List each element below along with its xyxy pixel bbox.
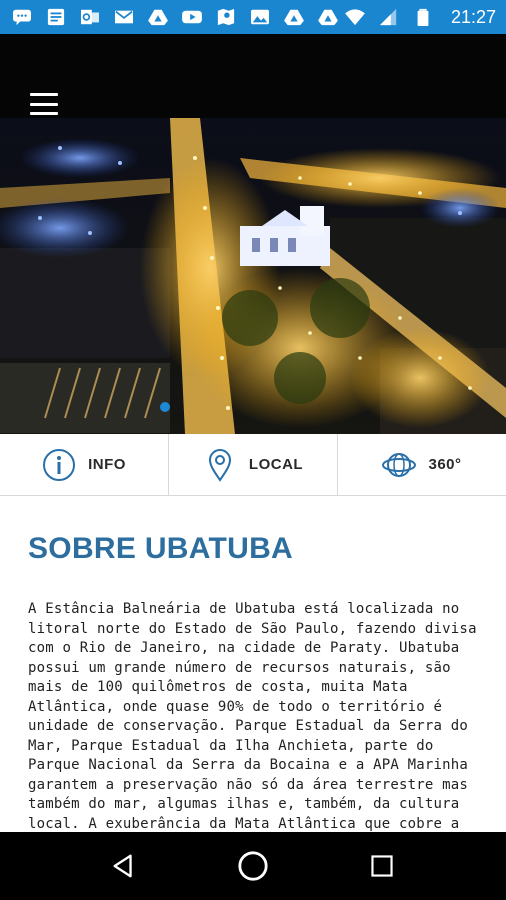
location-pin-icon xyxy=(203,448,237,482)
city-night-aerial-image[interactable] xyxy=(0,118,506,434)
chat-icon xyxy=(10,7,34,27)
image-icon xyxy=(248,7,272,27)
about-section[interactable]: SOBRE UBATUBA A Estância Balneária de Ub… xyxy=(0,496,506,832)
document-icon xyxy=(44,7,68,27)
system-icons: 21:27 xyxy=(343,7,496,28)
status-bar: 21:27 xyxy=(0,0,506,34)
hamburger-line xyxy=(30,102,58,106)
section-body: A Estância Balneária de Ubatuba está loc… xyxy=(28,601,477,832)
tab-bar: INFO LOCAL 360° xyxy=(0,434,506,496)
hamburger-icon xyxy=(30,93,58,96)
header-area xyxy=(0,34,506,434)
recents-button[interactable] xyxy=(358,842,406,890)
notification-icons xyxy=(10,7,343,27)
youtube-icon xyxy=(180,7,204,27)
info-icon xyxy=(42,448,76,482)
section-title: SOBRE UBATUBA xyxy=(28,532,294,565)
hamburger-line xyxy=(30,112,58,115)
back-icon xyxy=(113,854,133,878)
maps-icon xyxy=(214,7,238,27)
navigation-bar xyxy=(0,832,506,900)
sphere-360-icon xyxy=(382,448,417,482)
signal-icon xyxy=(377,7,401,27)
tab-360-label: 360° xyxy=(428,456,462,473)
outlook-icon xyxy=(78,7,102,27)
back-button[interactable] xyxy=(100,842,148,890)
battery-icon xyxy=(411,7,435,27)
tab-info-label: INFO xyxy=(88,456,126,473)
gmail-icon xyxy=(112,7,136,27)
recents-icon xyxy=(371,855,393,877)
tab-info[interactable]: INFO xyxy=(0,434,169,495)
carousel-page-indicator[interactable] xyxy=(160,402,170,412)
menu-button[interactable] xyxy=(28,90,60,118)
tab-local-label: LOCAL xyxy=(248,456,304,473)
home-button[interactable] xyxy=(229,842,277,890)
drive-icon xyxy=(316,7,340,27)
drive-icon xyxy=(282,7,306,27)
wifi-icon xyxy=(343,7,367,27)
drive-icon xyxy=(146,7,170,27)
clock: 21:27 xyxy=(450,6,496,27)
home-icon xyxy=(238,851,268,881)
tab-360[interactable]: 360° xyxy=(338,434,506,495)
tab-local[interactable]: LOCAL xyxy=(169,434,338,495)
